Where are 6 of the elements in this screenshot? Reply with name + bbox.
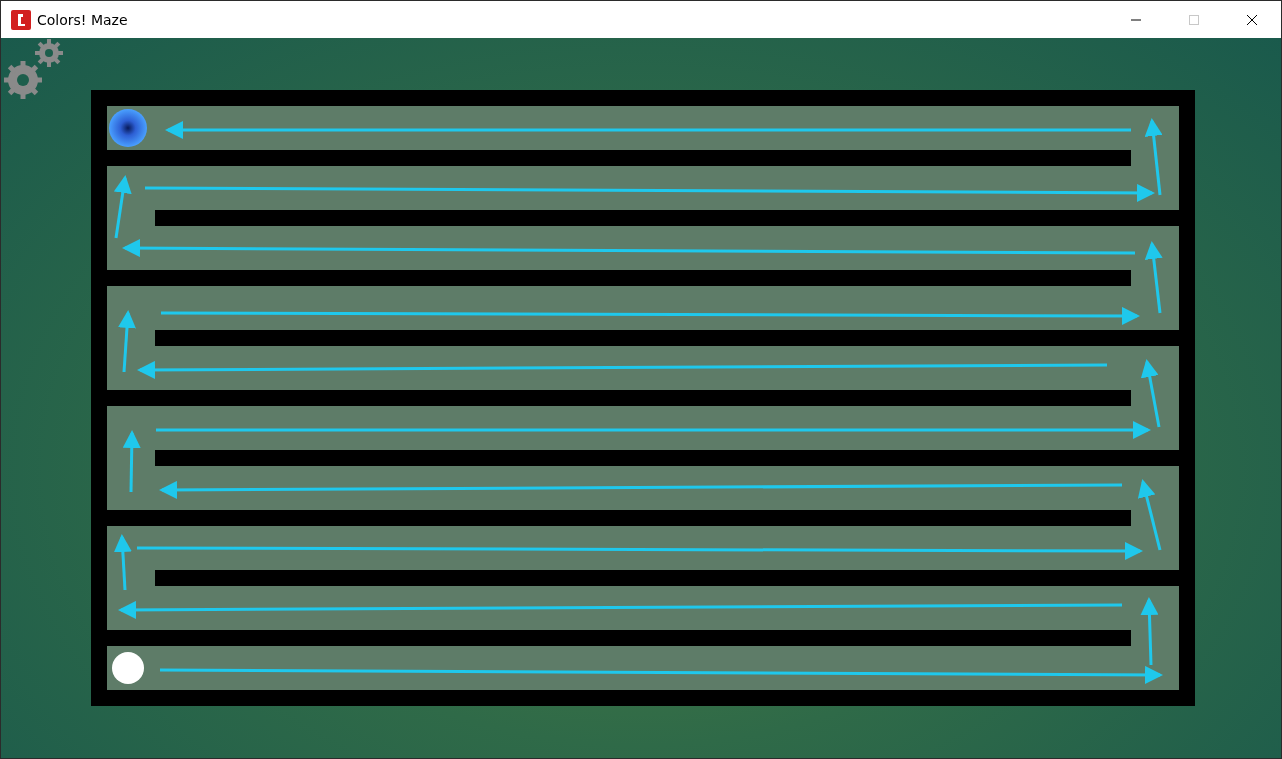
window-title: Colors! Maze — [37, 11, 128, 28]
app-logo-icon — [11, 9, 31, 30]
maximize-icon — [1189, 14, 1199, 25]
ball[interactable] — [112, 652, 144, 684]
close-icon — [1247, 14, 1257, 25]
goal-portal-icon — [109, 109, 147, 147]
